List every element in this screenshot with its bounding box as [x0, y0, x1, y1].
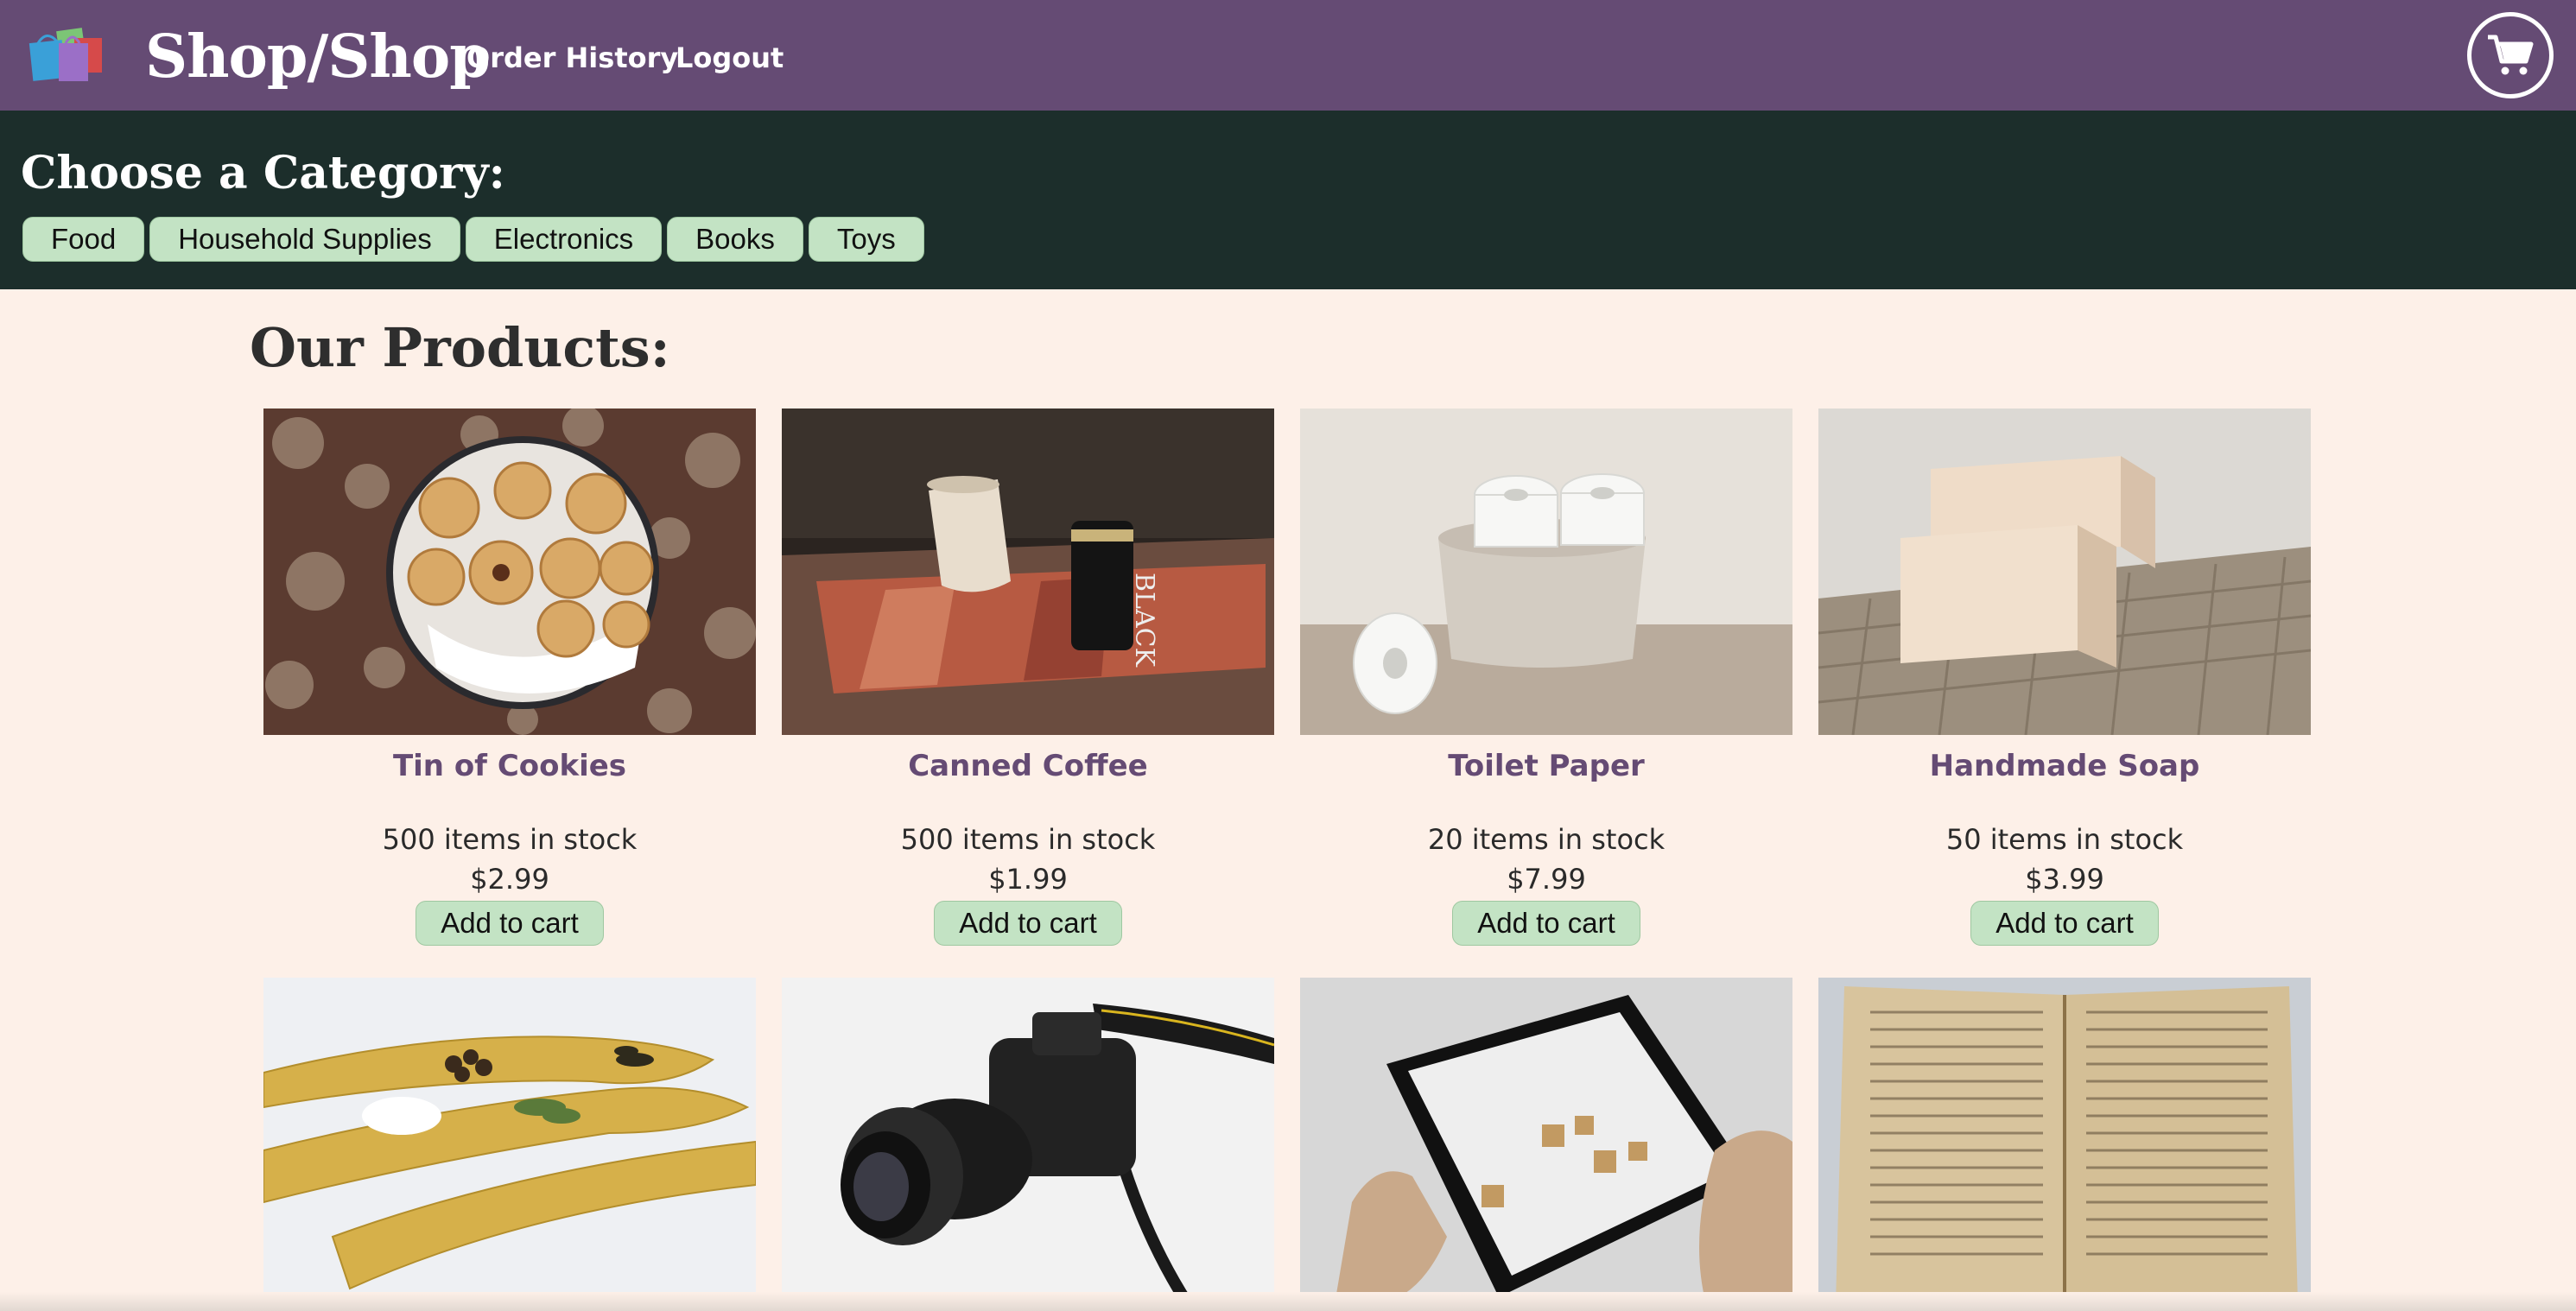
coffee-image[interactable]: BLACK — [782, 408, 1274, 735]
add-to-cart-button[interactable]: Add to cart — [1970, 901, 2159, 946]
product-price: $3.99 — [2025, 863, 2104, 896]
category-household-button[interactable]: Household Supplies — [149, 217, 460, 262]
book-image[interactable] — [1818, 978, 2311, 1304]
shopping-bags-icon[interactable] — [24, 17, 114, 83]
cookies-image[interactable] — [263, 408, 756, 735]
svg-text:BLACK: BLACK — [1129, 573, 1159, 668]
camera-image[interactable] — [782, 978, 1274, 1304]
brand-title[interactable]: Shop/Shop — [145, 22, 491, 92]
product-card: BLACK Canned Coffee 500 items in stock $… — [782, 408, 1274, 946]
product-stock: 20 items in stock — [1427, 823, 1666, 856]
logout-link[interactable]: Logout — [676, 41, 784, 74]
product-price: $7.99 — [1507, 863, 1586, 896]
tablet-image[interactable] — [1300, 978, 1792, 1304]
bottom-fade — [0, 1292, 2576, 1311]
product-name[interactable]: Handmade Soap — [1818, 749, 2311, 783]
category-heading: Choose a Category: — [21, 147, 505, 200]
product-stock: 500 items in stock — [382, 823, 638, 856]
category-section: Choose a Category: Food Household Suppli… — [0, 111, 2576, 289]
product-card: Tin of Cookies 500 items in stock $2.99 … — [263, 408, 756, 946]
order-history-link[interactable]: Order History — [466, 41, 678, 74]
product-card: Toilet Paper 20 items in stock $7.99 Add… — [1300, 408, 1792, 946]
add-to-cart-button[interactable]: Add to cart — [934, 901, 1122, 946]
product-stock: 500 items in stock — [900, 823, 1156, 856]
cart-icon — [2488, 35, 2534, 75]
spices-image[interactable] — [263, 978, 756, 1304]
add-to-cart-button[interactable]: Add to cart — [416, 901, 604, 946]
toilet-paper-image[interactable] — [1300, 408, 1792, 735]
category-electronics-button[interactable]: Electronics — [465, 217, 663, 262]
category-list: Food Household Supplies Electronics Book… — [22, 217, 924, 262]
product-card: Handmade Soap 50 items in stock $3.99 Ad… — [1818, 408, 2311, 946]
category-toys-button[interactable]: Toys — [808, 217, 924, 262]
product-price: $2.99 — [470, 863, 549, 896]
category-food-button[interactable]: Food — [22, 217, 145, 262]
product-card — [782, 978, 1274, 1304]
product-price: $1.99 — [988, 863, 1068, 896]
product-name[interactable]: Toilet Paper — [1300, 749, 1792, 783]
soap-image[interactable] — [1818, 408, 2311, 735]
product-name[interactable]: Tin of Cookies — [263, 749, 756, 783]
cart-button[interactable] — [2467, 12, 2554, 98]
product-card — [1818, 978, 2311, 1304]
product-stock: 50 items in stock — [1945, 823, 2184, 856]
product-name[interactable]: Canned Coffee — [782, 749, 1274, 783]
product-card — [1300, 978, 1792, 1304]
top-nav: Shop/Shop Order History Logout — [0, 0, 2576, 111]
product-card — [263, 978, 756, 1304]
category-books-button[interactable]: Books — [667, 217, 803, 262]
products-heading: Our Products: — [250, 316, 670, 379]
add-to-cart-button[interactable]: Add to cart — [1452, 901, 1640, 946]
